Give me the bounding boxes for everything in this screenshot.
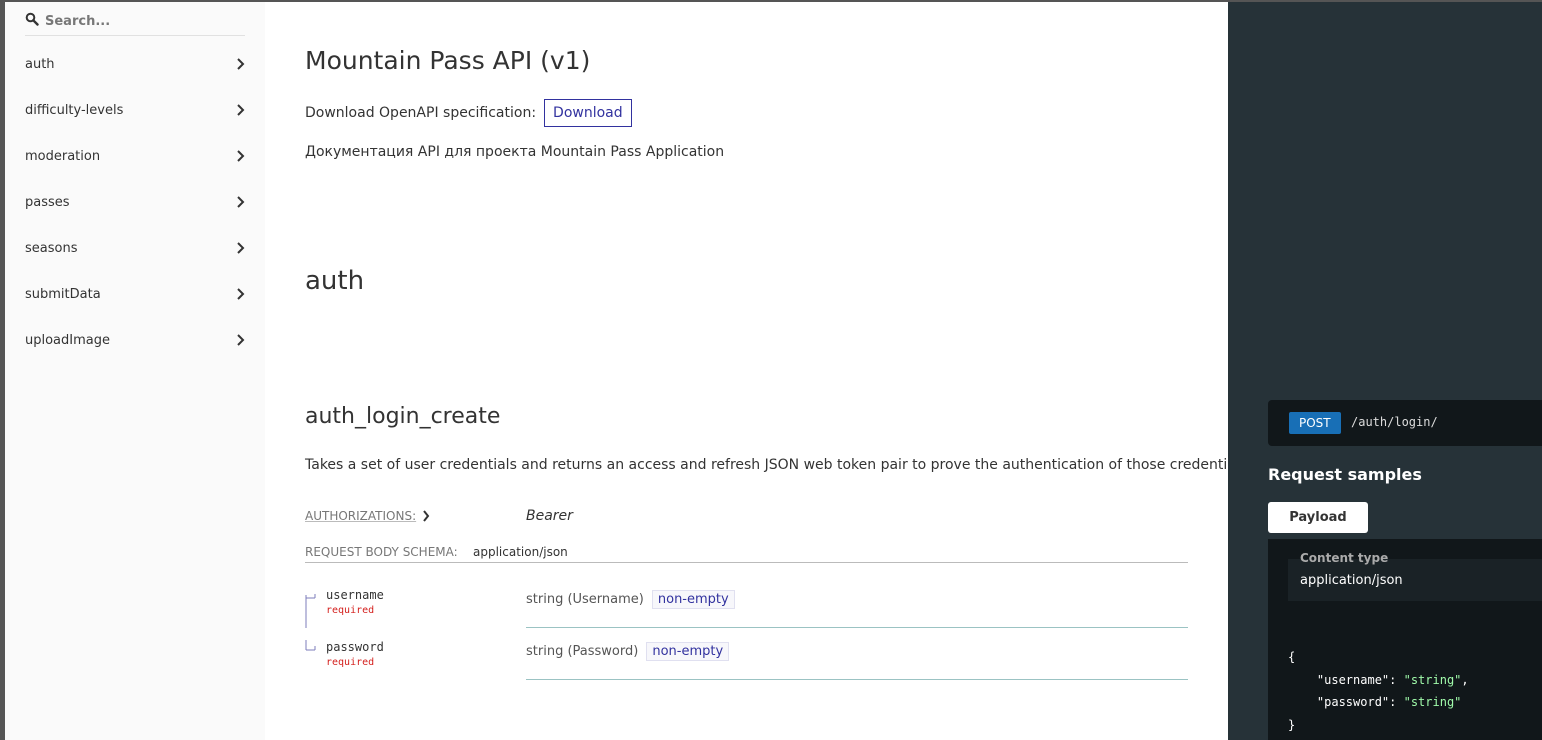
sidebar-item-label: auth: [25, 56, 55, 72]
page-title: Mountain Pass API (v1): [305, 46, 591, 75]
sidebar-item-auth[interactable]: auth: [25, 49, 245, 79]
search-icon: [25, 12, 39, 26]
param-required: required: [326, 605, 375, 616]
sidebar-item-submitdata[interactable]: submitData: [25, 279, 245, 309]
code-key: "username": [1316, 672, 1390, 687]
request-samples-title: Request samples: [1268, 465, 1422, 484]
param-divider: [526, 627, 1188, 628]
param-type-label: string (Username): [526, 592, 644, 607]
sidebar-item-label: uploadImage: [25, 332, 110, 348]
schema-label: REQUEST BODY SCHEMA:: [305, 545, 458, 559]
code-sample: { "username": "string", "password": "str…: [1288, 650, 1469, 732]
sidebar-item-difficulty-levels[interactable]: difficulty-levels: [25, 95, 245, 125]
sidebar-item-label: moderation: [25, 148, 101, 164]
code-key: "password": [1316, 695, 1390, 709]
sidebar-item-label: passes: [25, 194, 70, 210]
operation-title: auth_login_create: [305, 404, 501, 429]
sidebar-item-label: seasons: [25, 240, 78, 256]
param-type-label: string (Password): [526, 644, 639, 659]
tree-connector: [305, 640, 316, 651]
param-required: required: [326, 657, 375, 668]
download-row: Download OpenAPI specification: Download: [305, 98, 632, 128]
chevron-right-icon: [237, 334, 245, 346]
sidebar-item-label: submitData: [25, 286, 101, 302]
sidebar-item-passes[interactable]: passes: [25, 187, 245, 217]
content-type-value: application/json: [1300, 573, 1403, 588]
tab-payload[interactable]: Payload: [1268, 502, 1368, 533]
sidebar-item-seasons[interactable]: seasons: [25, 233, 245, 263]
content-type-select[interactable]: Content type application/json: [1288, 551, 1542, 601]
chevron-right-icon: [237, 242, 245, 254]
sidebar-item-label: difficulty-levels: [25, 102, 124, 118]
sidebar: auth difficulty-levels moderation passes…: [5, 2, 265, 740]
code-brace-open: {: [1288, 650, 1296, 664]
search-input[interactable]: [45, 12, 241, 30]
chevron-right-icon: [237, 196, 245, 208]
download-label: Download OpenAPI specification:: [305, 105, 537, 121]
param-name: password: [326, 640, 384, 654]
section-title-auth: auth: [305, 266, 365, 296]
content-type-label: Content type: [1300, 551, 1389, 565]
schema-value: application/json: [473, 545, 568, 559]
chevron-right-icon: [237, 288, 245, 300]
api-description: Документация API для проекта Mountain Pa…: [305, 144, 725, 160]
main-content: Mountain Pass API (v1) Download OpenAPI …: [265, 2, 1252, 740]
search-box: [25, 10, 245, 36]
param-type: string (Password) non-empty: [526, 642, 730, 661]
param-row-password: password required string (Password) non-…: [305, 640, 1188, 680]
chevron-right-icon: [423, 510, 430, 522]
code-value: "string": [1403, 695, 1462, 709]
chevron-right-icon: [237, 58, 245, 70]
code-sample-box: Content type application/json { "usernam…: [1268, 539, 1542, 740]
request-body-schema: REQUEST BODY SCHEMA: application/json: [305, 545, 1188, 563]
sidebar-item-uploadimage[interactable]: uploadImage: [25, 325, 245, 355]
constraint-badge: non-empty: [646, 642, 730, 661]
authorizations-value: Bearer: [526, 508, 573, 524]
param-name: username: [326, 588, 384, 602]
code-value: "string": [1403, 672, 1462, 687]
download-button[interactable]: Download: [544, 99, 632, 127]
chevron-right-icon: [237, 150, 245, 162]
chevron-right-icon: [237, 104, 245, 116]
constraint-badge: non-empty: [651, 590, 735, 609]
param-divider: [526, 679, 1188, 680]
code-brace-close: }: [1288, 717, 1296, 732]
authorizations-label: AUTHORIZATIONS:: [305, 509, 417, 523]
tree-connector: [305, 594, 316, 628]
endpoint-path: /auth/login/: [1351, 415, 1438, 429]
operation-description: Takes a set of user credentials and retu…: [305, 457, 1252, 473]
http-method-badge: POST: [1289, 412, 1341, 434]
right-panel: POST /auth/login/ Request samples Payloa…: [1228, 2, 1542, 740]
authorizations-toggle[interactable]: AUTHORIZATIONS:: [305, 509, 430, 523]
param-type: string (Username) non-empty: [526, 590, 735, 609]
endpoint-bar[interactable]: POST /auth/login/: [1268, 400, 1542, 446]
sidebar-item-moderation[interactable]: moderation: [25, 141, 245, 171]
param-row-username: username required string (Username) non-…: [305, 588, 1188, 628]
